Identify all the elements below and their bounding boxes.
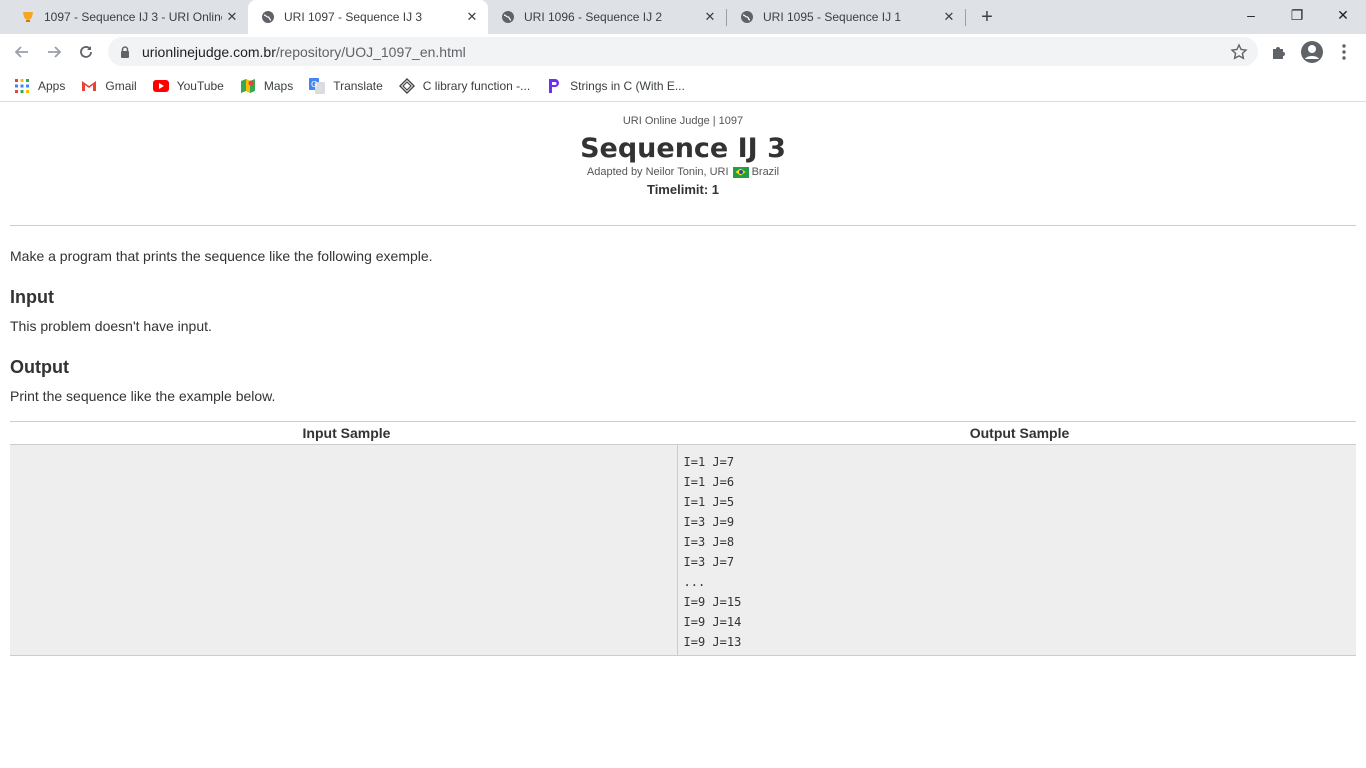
input-sample-cell [10,445,677,655]
output-line: I=3 J=7 [683,555,735,569]
reload-button[interactable] [72,38,100,66]
new-tab-button[interactable]: + [975,5,999,29]
youtube-icon [152,78,169,94]
divider [10,225,1356,226]
tab-uri-1097[interactable]: URI 1097 - Sequence IJ 3 ✕ [248,0,488,34]
output-line: I=3 J=9 [683,515,735,529]
tab-title: URI 1095 - Sequence IJ 1 [763,10,902,24]
restore-button[interactable]: ❐ [1274,0,1320,30]
menu-button[interactable] [1332,40,1356,64]
url-domain: urionlinejudge.com.br [142,43,276,60]
bookmark-label: Translate [333,78,383,93]
programiz-icon [546,78,562,94]
more-vert-icon [1342,44,1346,60]
bookmark-youtube[interactable]: YouTube [152,78,224,94]
tab-uri-1096[interactable]: URI 1096 - Sequence IJ 2 ✕ [488,0,726,34]
problem-header: URI Online Judge | 1097 Sequence IJ 3 Ad… [0,103,1366,197]
bookmark-translate[interactable]: G Translate [309,77,383,94]
tab-title: URI 1097 - Sequence IJ 3 [284,10,423,24]
problem-description: Make a program that prints the sequence … [10,248,433,264]
url-path: /repository/UOJ_1097_en.html [275,43,466,60]
output-line: I=9 J=14 [683,615,742,629]
tab-uri-1095[interactable]: URI 1095 - Sequence IJ 1 ✕ [727,0,965,34]
maps-icon [240,78,256,94]
close-window-button[interactable]: ✕ [1320,0,1366,30]
timelimit: Timelimit: 1 [646,182,719,197]
output-line: I=9 J=13 [683,635,742,649]
output-heading: Output [10,357,69,377]
globe-icon [260,9,276,25]
output-line: I=1 J=7 [683,455,735,469]
bookmark-label: Maps [263,78,294,93]
forward-arrow-icon [48,46,62,58]
samples-header-row: Input Sample Output Sample [10,422,1356,445]
input-description: This problem doesn't have input. [10,318,212,334]
tab-title: URI 1096 - Sequence IJ 2 [524,10,663,24]
author-text: Adapted by Neilor Tonin, URI [586,166,729,178]
problem-title: Sequence IJ 3 [580,133,786,164]
extensions-button[interactable] [1267,40,1291,64]
browser-toolbar: urionlinejudge.com.br/repository/UOJ_109… [0,34,1366,70]
translate-icon: G [309,77,326,94]
bookmark-strings-in-c[interactable]: Strings in C (With E... [546,78,685,94]
output-sample-cell: I=1 J=7 I=1 J=6 I=1 J=5 I=3 J=9 I=3 J=8 … [676,445,1357,655]
apps-grid-icon [14,78,30,94]
globe-icon [739,9,755,25]
close-tab-icon[interactable]: ✕ [939,7,959,27]
samples-body-row: I=1 J=7 I=1 J=6 I=1 J=5 I=3 J=9 I=3 J=8 … [10,445,1356,655]
bookmark-star-icon[interactable] [1230,43,1248,61]
bookmark-apps[interactable]: Apps [14,78,65,94]
gmail-icon [81,78,97,94]
output-line: I=1 J=6 [683,475,735,489]
profile-button[interactable] [1300,40,1324,64]
tab-1097-judge[interactable]: 1097 - Sequence IJ 3 - URI Online Judge … [8,0,248,34]
bookmark-label: Apps [38,78,66,93]
close-tab-icon[interactable]: ✕ [700,7,720,27]
c-library-icon [398,77,415,94]
problem-author: Adapted by Neilor Tonin, URI Brazil [0,166,1366,178]
bookmark-gmail[interactable]: Gmail [81,78,137,94]
account-icon [1301,41,1323,63]
brazil-flag-icon [732,166,749,178]
country-text: Brazil [751,166,780,178]
output-description: Print the sequence like the example belo… [10,388,276,404]
uri-trophy-icon [20,9,36,25]
problem-source: URI Online Judge | 1097 [622,115,744,127]
address-bar[interactable]: urionlinejudge.com.br/repository/UOJ_109… [108,37,1258,66]
minimize-button[interactable]: – [1228,0,1274,30]
problem-page: URI Online Judge | 1097 Sequence IJ 3 Ad… [0,103,1366,768]
output-line: I=1 J=5 [683,495,735,509]
back-arrow-icon [14,46,28,58]
bookmark-label: C library function -... [422,78,531,93]
bookmark-label: YouTube [176,78,224,93]
close-tab-icon[interactable]: ✕ [222,7,242,27]
puzzle-icon [1273,47,1285,59]
input-sample-header: Input Sample [302,425,391,441]
close-tab-icon[interactable]: ✕ [462,7,482,27]
svg-text:G: G [311,80,317,89]
output-line: ... [683,575,706,589]
bookmarks-bar: Apps Gmail YouTube Maps G Translate C li… [0,70,1366,102]
back-button[interactable] [8,38,36,66]
globe-icon [500,9,516,25]
bookmark-label: Gmail [105,78,137,93]
url-text: urionlinejudge.com.br/repository/UOJ_109… [142,44,466,60]
tab-strip: 1097 - Sequence IJ 3 - URI Online Judge … [0,0,1366,34]
output-line: I=9 J=15 [683,595,742,609]
input-heading: Input [10,287,54,307]
bookmark-c-library[interactable]: C library function -... [398,77,531,94]
tab-separator [965,9,966,26]
samples-table: Input Sample Output Sample I=1 J=7 I=1 J… [10,421,1356,656]
lock-icon [121,45,129,58]
tab-title: 1097 - Sequence IJ 3 - URI Online Judge [44,10,222,24]
forward-button[interactable] [40,38,68,66]
output-line: I=3 J=8 [683,535,735,549]
reload-icon [80,46,92,58]
bookmark-maps[interactable]: Maps [240,78,293,94]
output-sample-header: Output Sample [969,425,1070,441]
bookmark-label: Strings in C (With E... [570,78,685,93]
